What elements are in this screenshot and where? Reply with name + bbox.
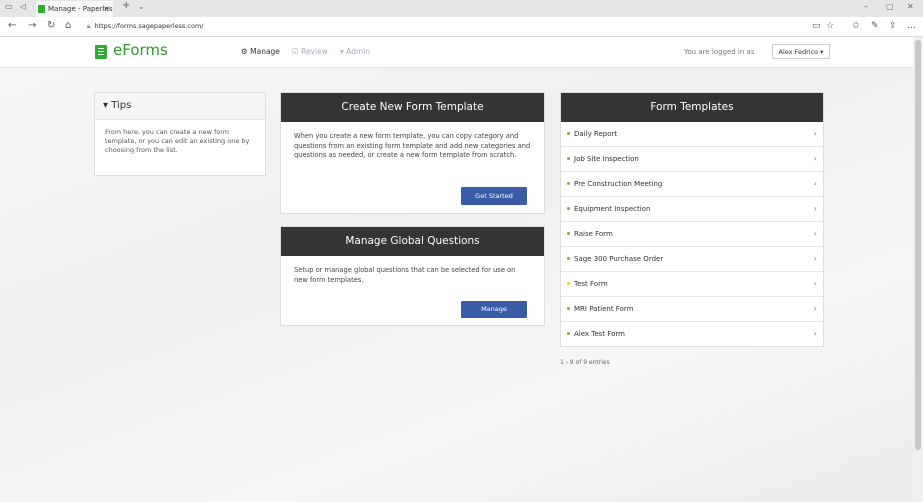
chevron-right-icon: › [813, 329, 817, 338]
status-dot-icon [567, 132, 570, 135]
favorites-hub-icon[interactable]: ✩ [852, 21, 860, 31]
nav-review-label: Review [301, 47, 328, 56]
gear-icon: ⚙ [241, 47, 248, 56]
checkbox-icon: ☑ [292, 47, 299, 56]
status-dot-icon [567, 282, 570, 285]
list-item-label: MRI Patient Form [574, 305, 634, 313]
list-item-label: Daily Report [574, 130, 618, 138]
home-icon[interactable]: ⌂ [65, 20, 71, 31]
refresh-icon[interactable]: ↻ [47, 20, 55, 31]
create-template-text: When you create a new form template, you… [294, 132, 531, 159]
status-dot-icon [567, 157, 570, 160]
nav-manage[interactable]: ⚙ Manage [241, 47, 280, 56]
list-item-label: Sage 300 Purchase Order [574, 255, 664, 263]
maximize-icon[interactable]: ▢ [886, 2, 894, 11]
list-item[interactable]: Alex Test Form › [561, 322, 823, 346]
list-item[interactable]: Raise Form › [561, 222, 823, 247]
brand-name[interactable]: eForms [113, 41, 168, 59]
user-menu-button[interactable]: Alex Fedrico ▾ [772, 44, 830, 59]
url-text: https://forms.sagepaperless.com/ [94, 22, 204, 30]
list-item[interactable]: Pre Construction Meeting › [561, 172, 823, 197]
list-item[interactable]: Daily Report › [561, 122, 823, 147]
lock-icon: 🔒︎ [87, 22, 91, 30]
reading-view-icon[interactable]: ▭ [812, 21, 821, 31]
status-dot-icon [567, 232, 570, 235]
list-item-label: Pre Construction Meeting [574, 180, 663, 188]
chevron-right-icon: › [813, 304, 817, 313]
tab-back-icon[interactable]: ◁ [20, 2, 26, 11]
address-bar: ← → ↻ ⌂ 🔒︎ https://forms.sagepaperless.co… [0, 17, 923, 37]
form-templates-panel: Form Templates Daily Report › Job Site Ins… [560, 92, 824, 347]
entries-count: 1 - 9 of 9 entries [560, 359, 610, 366]
nav-admin[interactable]: ▾ Admin [340, 47, 370, 56]
new-tab-icon[interactable]: + [122, 0, 130, 11]
get-started-button[interactable]: Get Started [461, 187, 527, 205]
list-item-label: Raise Form [574, 230, 613, 238]
form-templates-title: Form Templates [561, 93, 823, 122]
tips-panel: ▾ Tips From here, you can create a new f… [94, 92, 266, 176]
form-templates-list: Daily Report › Job Site Inspection › Pre Con… [561, 122, 823, 346]
create-template-card: Create New Form Template When you create… [280, 92, 545, 214]
nav-manage-label: Manage [250, 47, 280, 56]
scrollbar-thumb[interactable] [915, 40, 921, 450]
url-field[interactable]: 🔒︎ https://forms.sagepaperless.com/ [87, 19, 814, 33]
favicon-icon [38, 5, 45, 13]
page-content: eForms ⚙ Manage ☑ Review ▾ Admin You are… [0, 37, 913, 502]
nav-review[interactable]: ☑ Review [292, 47, 328, 56]
list-item[interactable]: Job Site Inspection › [561, 147, 823, 172]
back-icon[interactable]: ← [8, 20, 16, 31]
more-icon[interactable]: … [907, 21, 916, 31]
chevron-right-icon: › [813, 279, 817, 288]
list-item-label: Equipment Inspection [574, 205, 651, 213]
tab-list-icon[interactable]: ⌄ [138, 2, 145, 11]
status-dot-icon [567, 257, 570, 260]
chevron-right-icon: › [813, 204, 817, 213]
global-questions-text: Setup or manage global questions that ca… [294, 266, 516, 284]
list-item-label: Alex Test Form [574, 330, 625, 338]
browser-tab-bar: ▭ ◁ Manage - Paperless For × + ⌄ – ▢ ✕ [0, 0, 923, 17]
status-dot-icon [567, 207, 570, 210]
global-questions-card: Manage Global Questions Setup or manage … [280, 226, 545, 326]
list-item[interactable]: Test Form › [561, 272, 823, 297]
tips-text: From here, you can create a new form tem… [105, 128, 250, 154]
caret-down-icon: ▾ [340, 47, 344, 56]
nav-admin-label: Admin [346, 47, 371, 56]
global-questions-title: Manage Global Questions [281, 227, 544, 256]
minimize-icon[interactable]: – [864, 2, 868, 11]
list-item[interactable]: Sage 300 Purchase Order › [561, 247, 823, 272]
app-header: eForms ⚙ Manage ☑ Review ▾ Admin You are… [0, 37, 913, 68]
chevron-right-icon: › [813, 179, 817, 188]
eforms-logo-icon [95, 45, 107, 59]
chevron-right-icon: › [813, 129, 817, 138]
list-item[interactable]: Equipment Inspection › [561, 197, 823, 222]
close-window-icon[interactable]: ✕ [907, 2, 914, 11]
list-item-label: Test Form [574, 280, 608, 288]
browser-tab[interactable]: Manage - Paperless For × [36, 1, 113, 17]
share-icon[interactable]: ⇪ [889, 21, 897, 31]
manage-button[interactable]: Manage [461, 301, 527, 318]
list-item[interactable]: MRI Patient Form › [561, 297, 823, 322]
list-item-label: Job Site Inspection [574, 155, 639, 163]
tab-close-icon[interactable]: × [103, 1, 110, 17]
create-template-title: Create New Form Template [281, 93, 544, 122]
favorite-star-icon[interactable]: ☆ [826, 21, 834, 31]
chevron-right-icon: › [813, 229, 817, 238]
login-status: You are logged in as [684, 48, 755, 56]
status-dot-icon [567, 182, 570, 185]
status-dot-icon [567, 332, 570, 335]
tips-title[interactable]: ▾ Tips [95, 93, 265, 120]
tab-actions-icon[interactable]: ▭ [5, 2, 13, 11]
chevron-right-icon: › [813, 254, 817, 263]
notes-icon[interactable]: ✎ [871, 21, 879, 31]
chevron-right-icon: › [813, 154, 817, 163]
forward-icon[interactable]: → [28, 20, 36, 31]
status-dot-icon [567, 307, 570, 310]
